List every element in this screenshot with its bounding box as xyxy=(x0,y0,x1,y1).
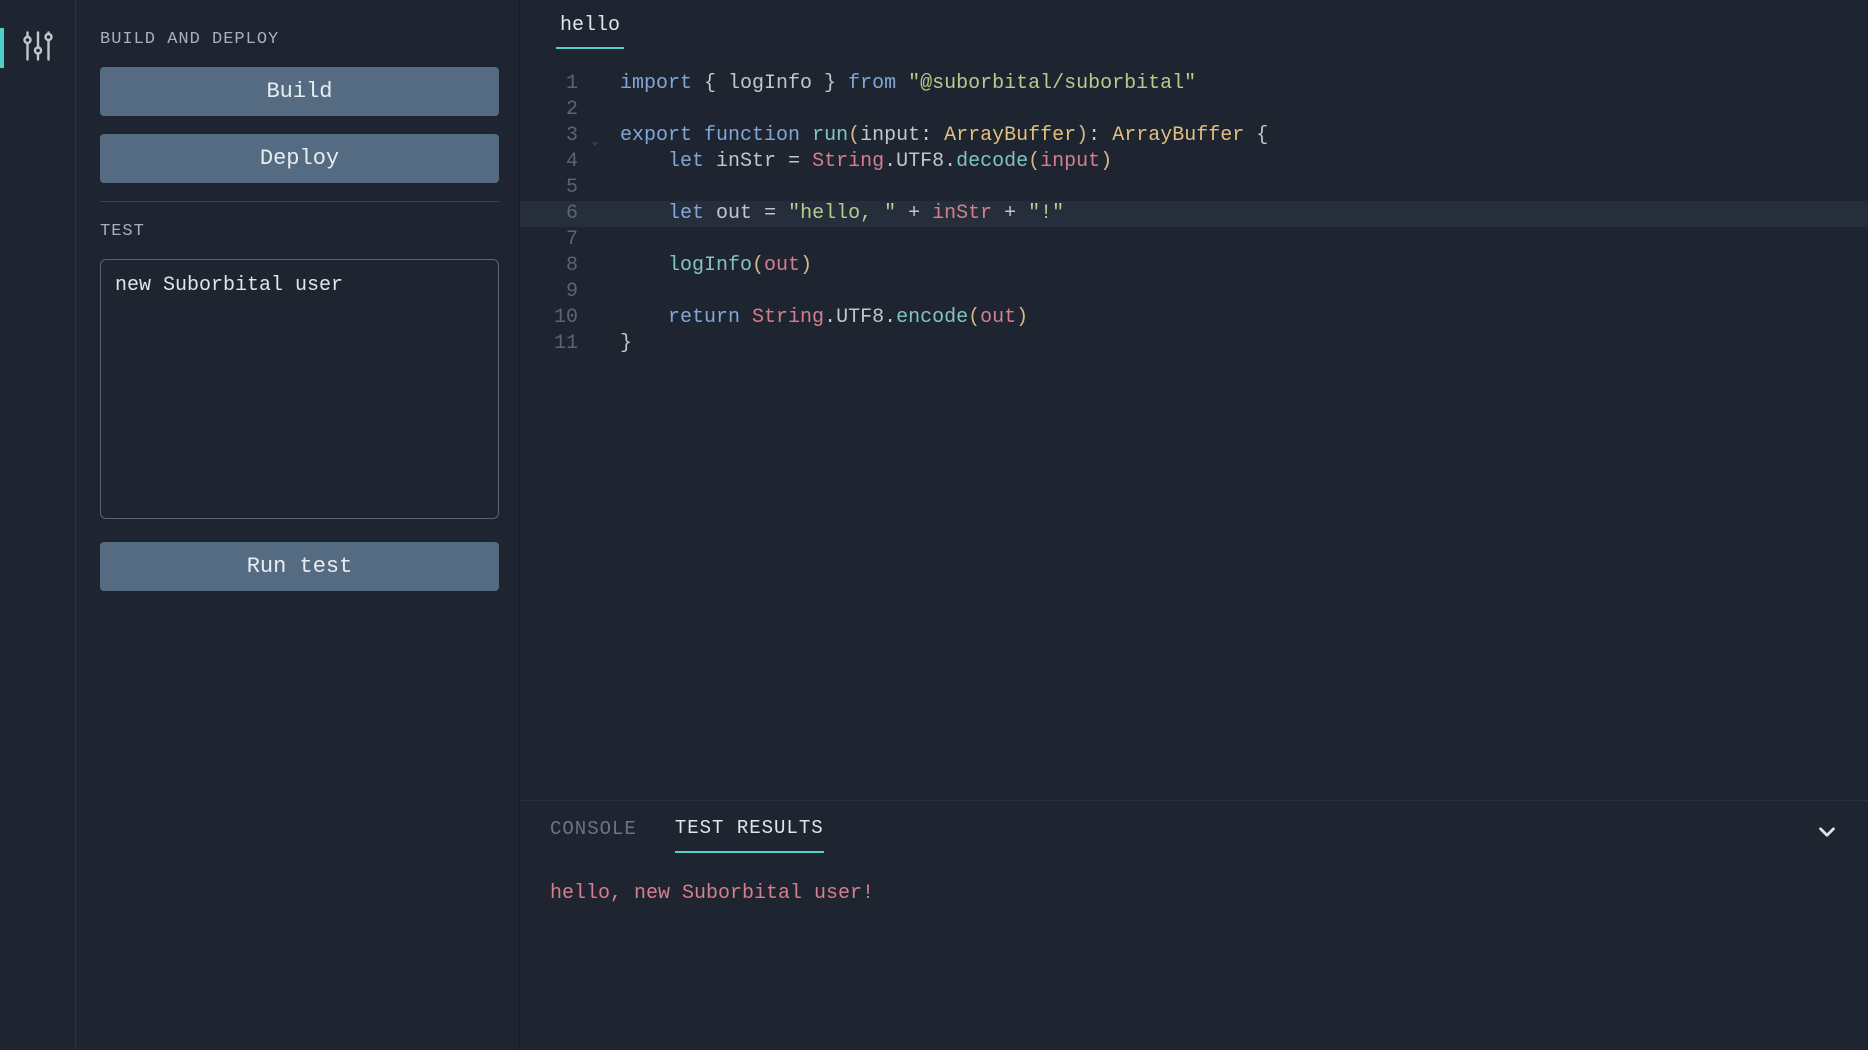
code-line: 4 let inStr = String.UTF8.decode(input) xyxy=(520,149,1868,175)
tab-test-results[interactable]: TEST RESULTS xyxy=(675,817,824,853)
line-number: 7 xyxy=(520,227,592,253)
code-line: 5 xyxy=(520,175,1868,201)
editor-tab-hello[interactable]: hello xyxy=(556,10,624,49)
main-area: hello 1 import { logInfo } from "@suborb… xyxy=(520,0,1868,1050)
test-results-output: hello, new Suborbital user! xyxy=(520,854,1868,933)
build-button[interactable]: Build xyxy=(100,67,499,116)
line-number: 6 xyxy=(520,201,592,227)
code-line: 10 return String.UTF8.encode(out) xyxy=(520,305,1868,331)
sliders-icon xyxy=(20,28,56,69)
panel-tabs: CONSOLE TEST RESULTS xyxy=(520,801,1868,854)
line-number: 3⌄ xyxy=(520,123,592,149)
code-line: 2 xyxy=(520,97,1868,123)
tab-console[interactable]: CONSOLE xyxy=(550,818,637,852)
editor-tabs: hello xyxy=(520,0,1868,49)
code-line: 3⌄ export function run(input: ArrayBuffe… xyxy=(520,123,1868,149)
code-line: 9 xyxy=(520,279,1868,305)
bottom-panel: CONSOLE TEST RESULTS hello, new Suborbit… xyxy=(520,800,1868,1050)
code-line: 1 import { logInfo } from "@suborbital/s… xyxy=(520,71,1868,97)
line-number: 11 xyxy=(520,331,592,357)
code-editor[interactable]: 1 import { logInfo } from "@suborbital/s… xyxy=(520,49,1868,800)
line-number: 10 xyxy=(520,305,592,331)
line-number: 8 xyxy=(520,253,592,279)
code-line: 6 let out = "hello, " + inStr + "!" xyxy=(520,201,1868,227)
line-number: 2 xyxy=(520,97,592,123)
settings-rail-button[interactable] xyxy=(0,20,75,76)
fold-icon[interactable]: ⌄ xyxy=(592,130,598,156)
line-number: 4 xyxy=(520,149,592,175)
run-test-button[interactable]: Run test xyxy=(100,542,499,591)
code-line: 11 } xyxy=(520,331,1868,357)
test-heading: TEST xyxy=(100,222,499,241)
line-number: 5 xyxy=(520,175,592,201)
test-input[interactable] xyxy=(100,259,499,519)
chevron-down-icon xyxy=(1814,832,1840,850)
sidebar-divider xyxy=(100,201,499,202)
line-number: 1 xyxy=(520,71,592,97)
collapse-panel-button[interactable] xyxy=(1810,815,1844,854)
icon-rail xyxy=(0,0,76,1050)
sidebar: BUILD AND DEPLOY Build Deploy TEST Run t… xyxy=(76,0,520,1050)
deploy-button[interactable]: Deploy xyxy=(100,134,499,183)
code-line: 7 xyxy=(520,227,1868,253)
line-number: 9 xyxy=(520,279,592,305)
build-deploy-heading: BUILD AND DEPLOY xyxy=(100,30,499,49)
code-line: 8 logInfo(out) xyxy=(520,253,1868,279)
